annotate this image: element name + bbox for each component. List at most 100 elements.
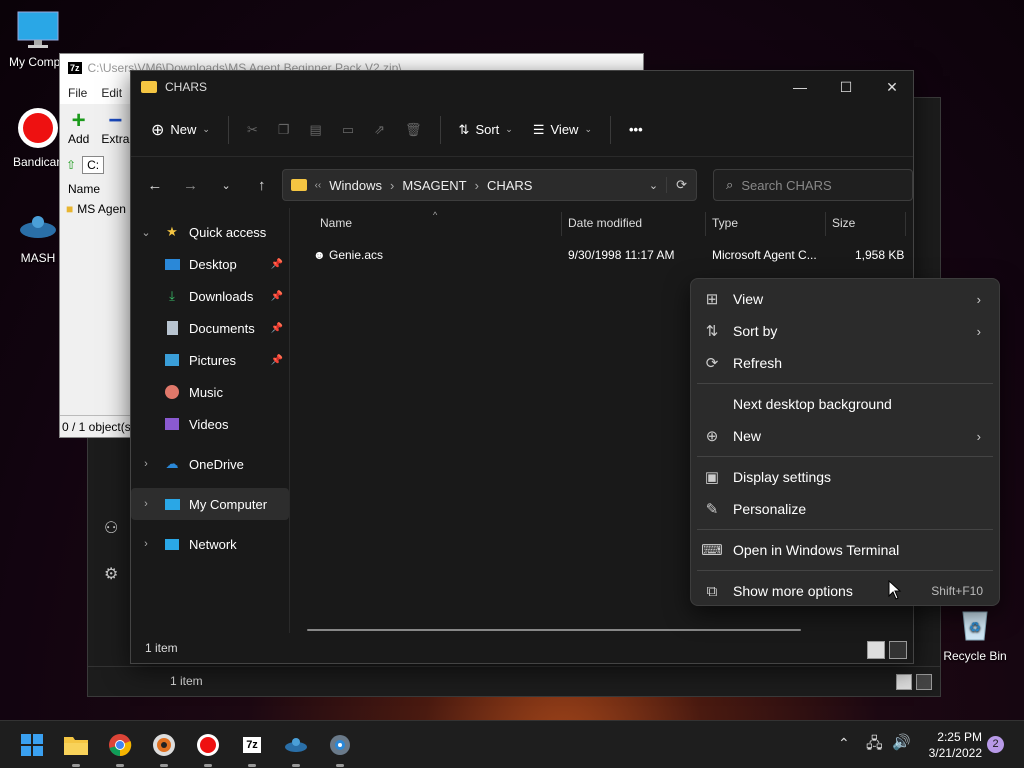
desktop-icon-recycle-bin[interactable]: ♻ Recycle Bin (937, 604, 1013, 663)
7zip-icon[interactable]: 7z (236, 729, 268, 767)
menu-item-personalize[interactable]: ✎ Personalize (691, 493, 999, 525)
forward-button[interactable]: → (175, 169, 207, 201)
path-field[interactable]: C: (82, 156, 105, 174)
folder-icon (141, 81, 157, 93)
column-date-modified[interactable]: Date modified (568, 216, 642, 230)
sidebar-item-network[interactable]: › Network (131, 528, 289, 560)
breadcrumb-msagent[interactable]: MSAGENT (402, 178, 466, 193)
sidebar-item-music[interactable]: Music (131, 376, 289, 408)
extract-button[interactable]: − Extra (101, 109, 129, 147)
sort-icon: ⇅ (705, 323, 719, 340)
search-input[interactable]: ⌕ Search CHARS (713, 169, 913, 201)
rename-icon: ▭ (341, 121, 355, 137)
file-row[interactable]: ☻ Genie.acs 9/30/1998 11:17 AM Microsoft… (305, 245, 913, 267)
more-button[interactable]: ••• (621, 116, 651, 143)
monitor-icon (17, 11, 59, 48)
breadcrumb-chars[interactable]: CHARS (487, 178, 533, 193)
pin-icon[interactable]: 📌 (271, 259, 283, 270)
chevron-up-icon[interactable]: ⌃ (838, 735, 850, 752)
details-view-icon[interactable] (867, 641, 885, 659)
add-button[interactable]: + Add (68, 109, 89, 147)
pin-icon[interactable]: 📌 (271, 291, 283, 302)
column-type[interactable]: Type (712, 216, 738, 230)
chevron-right-icon[interactable]: › (131, 538, 161, 550)
menu-item-sort-by[interactable]: ⇅ Sort by › (691, 315, 999, 347)
menu-file[interactable]: File (68, 86, 87, 100)
details-view-icon[interactable] (896, 674, 912, 690)
copy-button[interactable]: ❐ (270, 116, 298, 144)
sidebar-item-videos[interactable]: Videos (131, 408, 289, 440)
chevron-down-icon[interactable]: ⌄ (131, 226, 161, 239)
breadcrumb-windows[interactable]: Windows (329, 178, 382, 193)
sort-button[interactable]: ⇅ Sort ⌄ (451, 116, 521, 144)
view-button[interactable]: ☰ View ⌄ (525, 116, 600, 144)
mouse-cursor-icon (888, 580, 902, 600)
back-button[interactable]: ← (139, 169, 171, 201)
volume-icon[interactable]: 🔊 (892, 733, 911, 751)
account-icon[interactable]: ⚇ (104, 518, 118, 538)
menu-item-refresh[interactable]: ⟳ Refresh (691, 347, 999, 379)
pin-icon[interactable]: 📌 (271, 323, 283, 334)
settings-icon[interactable] (324, 729, 356, 767)
sidebar-item-downloads[interactable]: ⤓ Downloads 📌 (131, 280, 289, 312)
cloud-icon: ☁ (165, 456, 179, 471)
minimize-button[interactable]: — (777, 71, 823, 103)
tiles-view-icon[interactable] (889, 641, 907, 659)
up-button[interactable]: ↑ (246, 169, 278, 201)
maximize-button[interactable]: ☐ (823, 71, 869, 103)
desktop-context-menu: ⊞ View › ⇅ Sort by › ⟳ Refresh Next desktop b… (690, 278, 1000, 606)
paste-button[interactable]: ▤ (302, 116, 330, 144)
tiles-view-icon[interactable] (916, 674, 932, 690)
delete-button[interactable]: 🗑 (397, 116, 430, 144)
rename-button[interactable]: ▭ (334, 116, 362, 144)
cut-button[interactable]: ✂ (239, 116, 266, 144)
chevron-right-icon: › (976, 291, 981, 307)
menu-item-next-desktop-background[interactable]: Next desktop background (691, 388, 999, 420)
sidebar-item-onedrive[interactable]: › ☁ OneDrive (131, 448, 289, 480)
file-size: 1,958 KB (855, 248, 905, 262)
picture-icon (161, 352, 183, 368)
close-button[interactable]: ✕ (869, 71, 915, 103)
monitor-icon (161, 496, 183, 512)
menu-item-display-settings[interactable]: ▣ Display settings (691, 461, 999, 493)
horizontal-scrollbar[interactable] (307, 629, 801, 631)
column-name[interactable]: Name (320, 216, 352, 230)
chrome-icon[interactable] (104, 729, 136, 767)
menu-item-open-terminal[interactable]: ⌨ Open in Windows Terminal (691, 534, 999, 566)
chevron-right-icon[interactable]: › (131, 498, 161, 510)
menu-edit[interactable]: Edit (101, 86, 122, 100)
music-icon (161, 384, 183, 400)
clock[interactable]: 2:25 PM 3/21/2022 (918, 729, 982, 761)
file-explorer-icon[interactable] (60, 729, 92, 767)
sidebar-item-documents[interactable]: Documents 📌 (131, 312, 289, 344)
new-button[interactable]: ⊕ New ⌄ (143, 114, 218, 146)
column-size[interactable]: Size (832, 216, 855, 230)
pin-icon[interactable]: 📌 (271, 355, 283, 366)
video-icon (161, 416, 183, 432)
network-icon[interactable]: 🖧 (866, 733, 883, 758)
folder-icon: ■ (66, 202, 74, 216)
menu-item-new[interactable]: ⊕ New › (691, 420, 999, 452)
windows-start-icon[interactable] (16, 729, 48, 761)
chevron-right-icon[interactable]: › (131, 458, 161, 470)
share-button[interactable]: ⇗ (366, 116, 393, 144)
gear-icon[interactable]: ⚙ (104, 564, 118, 584)
menu-item-view[interactable]: ⊞ View › (691, 283, 999, 315)
up-folder-icon[interactable]: ⇧ (66, 158, 76, 172)
folder-icon (290, 179, 307, 191)
sidebar-item-desktop[interactable]: Desktop 📌 (131, 248, 289, 280)
notification-badge[interactable]: 2 (987, 736, 1004, 753)
media-player-icon[interactable] (148, 729, 180, 767)
menu-item-show-more-options[interactable]: ⧉ Show more options Shift+F10 (691, 575, 999, 607)
sidebar-item-quick-access[interactable]: ⌄ ★ Quick access (131, 216, 289, 248)
recent-locations-button[interactable]: ⌄ (210, 169, 242, 201)
chevron-down-icon[interactable]: ⌄ (649, 179, 658, 192)
taskbar: 7z ⌃ 🖧 🔊 2:25 PM 3/21/2022 2 (0, 720, 1024, 768)
sidebar-item-my-computer[interactable]: › My Computer (131, 488, 289, 520)
refresh-icon[interactable]: ⟳ (666, 177, 696, 193)
sidebar-item-pictures[interactable]: Pictures 📌 (131, 344, 289, 376)
bandicam-icon[interactable] (192, 729, 224, 767)
address-bar[interactable]: ‹‹ Windows › MSAGENT › CHARS ⌄ ⟳ (281, 169, 698, 201)
genie-icon[interactable] (280, 729, 312, 767)
shortcut-text: Shift+F10 (931, 584, 983, 598)
